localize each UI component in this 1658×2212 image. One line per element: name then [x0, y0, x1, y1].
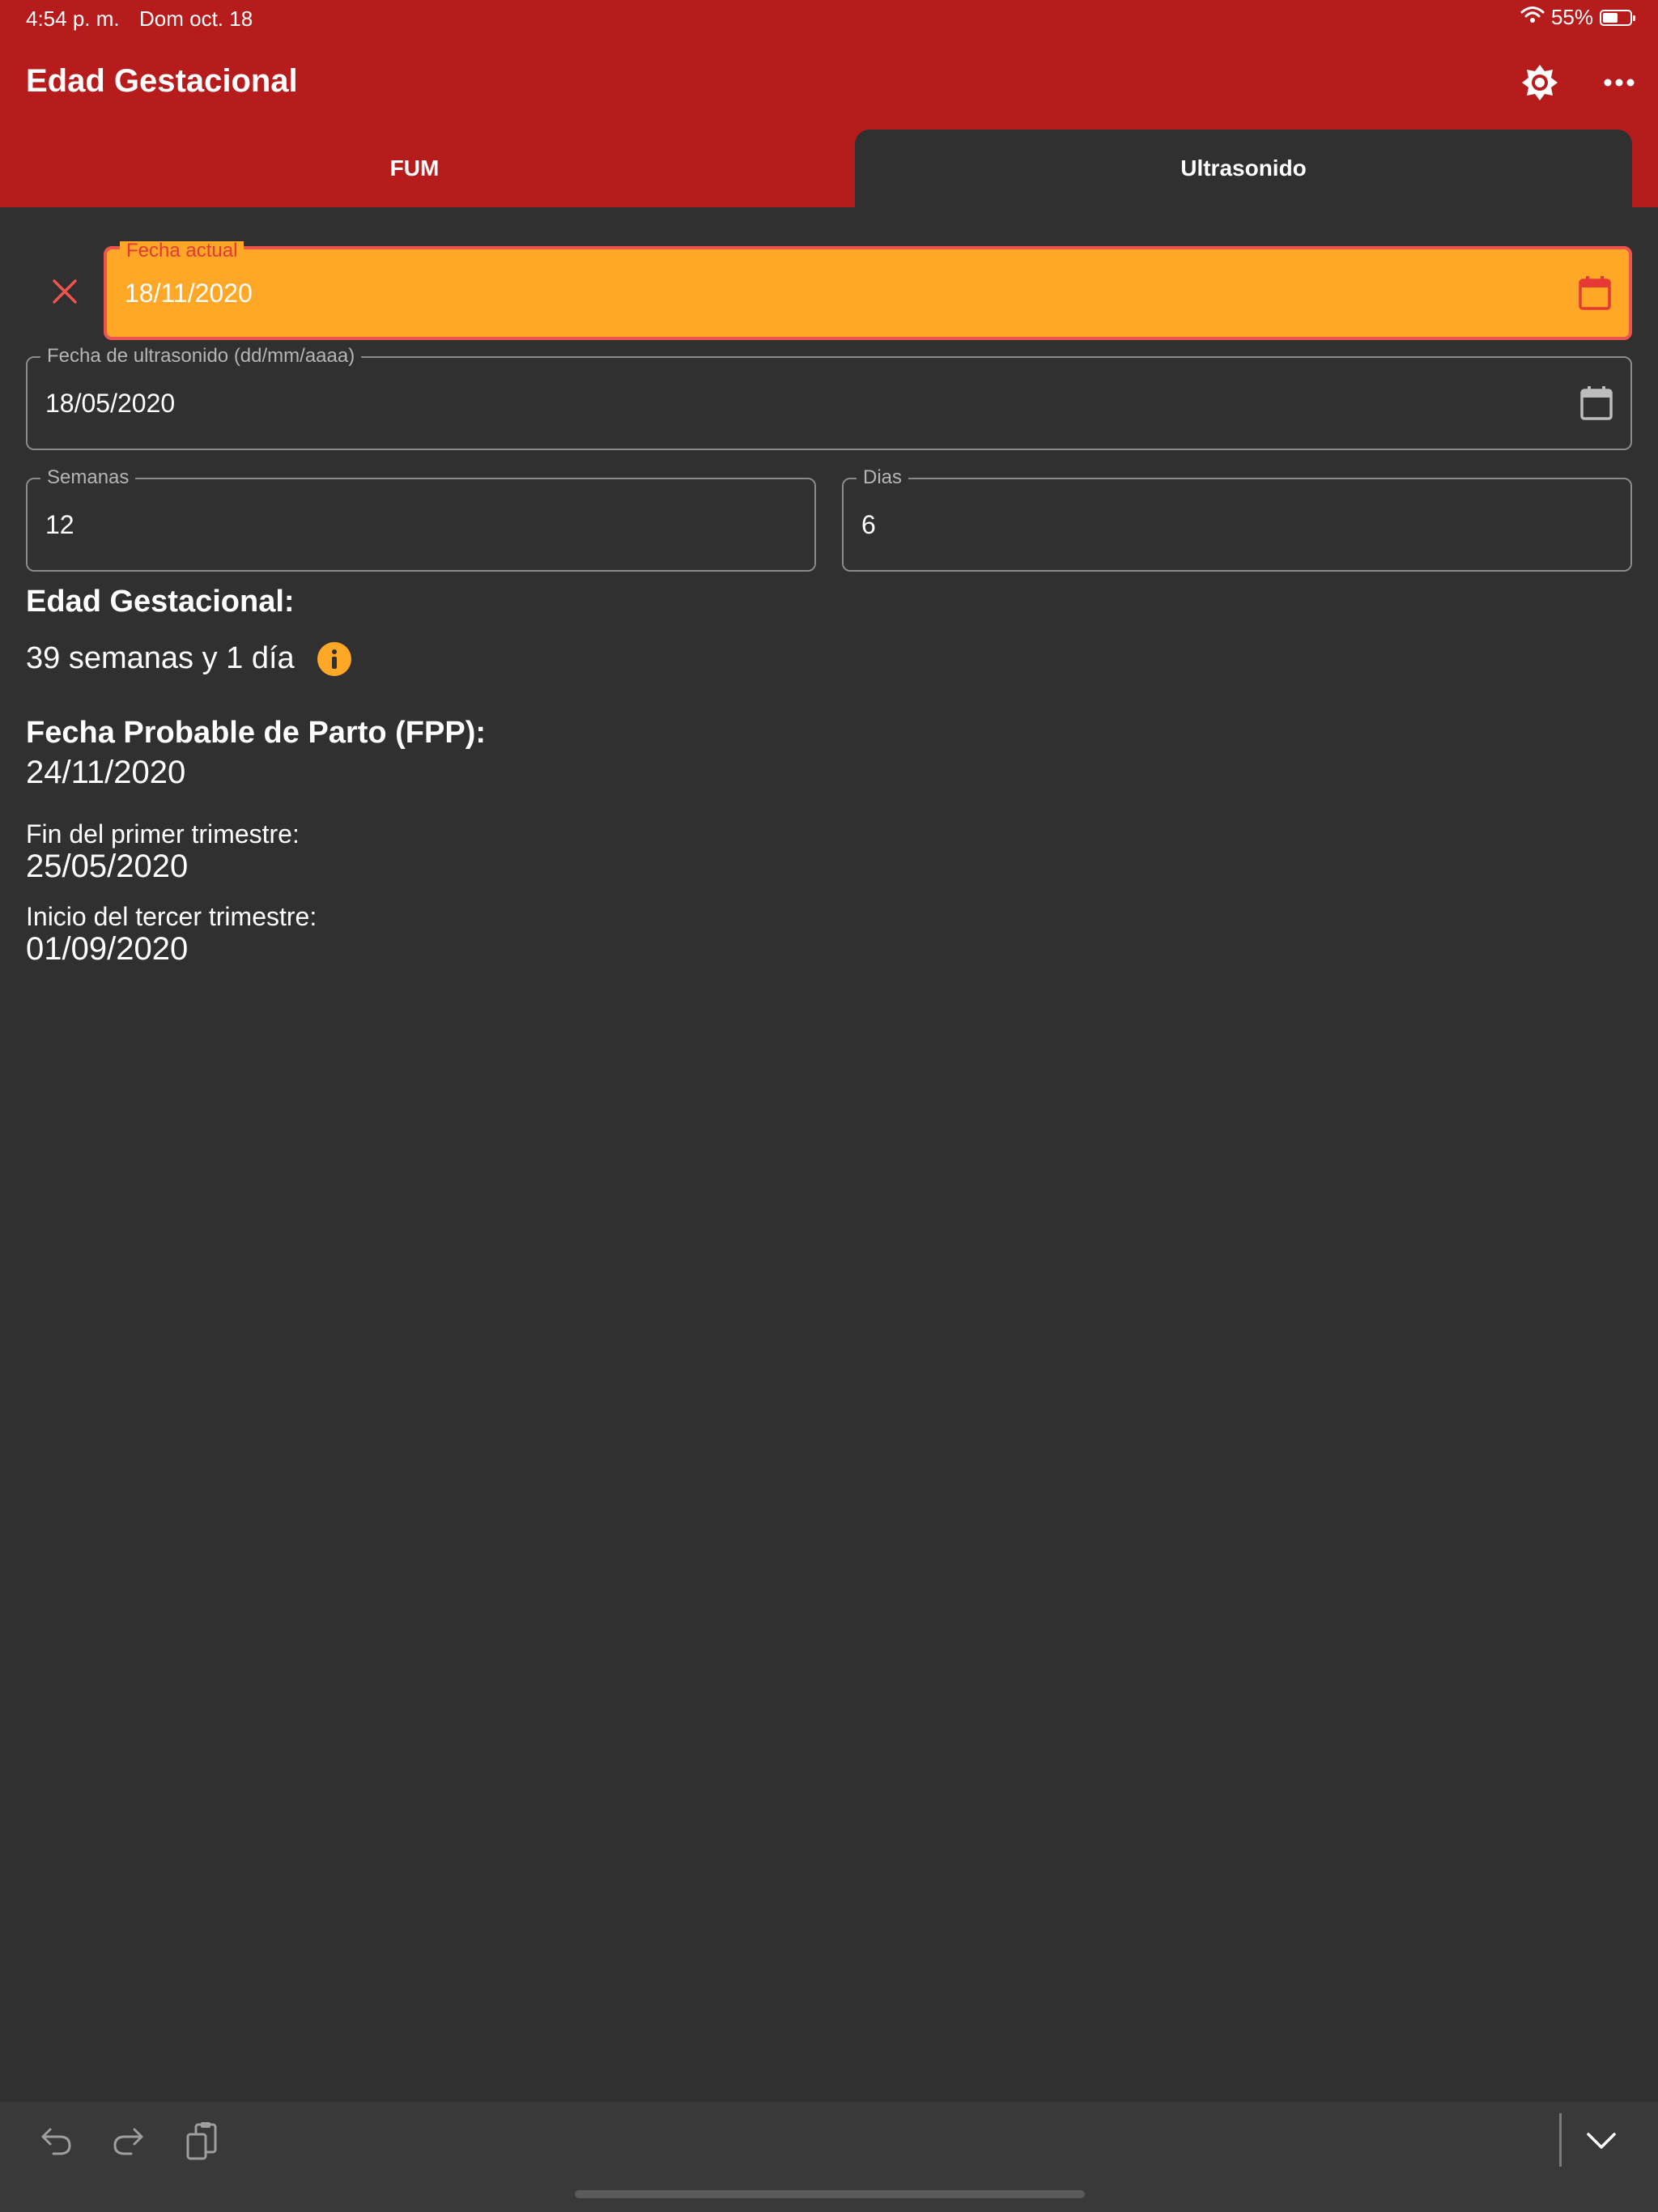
fecha-actual-value: 18/11/2020 — [125, 278, 253, 308]
edad-gestacional-value: 39 semanas y 1 día — [26, 641, 295, 675]
home-indicator — [575, 2190, 1085, 2198]
fecha-ultrasonido-field[interactable]: Fecha de ultrasonido (dd/mm/aaaa) 18/05/… — [26, 345, 1632, 450]
semanas-field[interactable]: Semanas 12 — [26, 466, 816, 572]
more-options-button[interactable] — [1596, 62, 1642, 107]
redo-icon — [110, 2123, 146, 2163]
status-indicators: 55% — [1520, 5, 1635, 30]
fin-primer-trimestre-label: Fin del primer trimestre: — [26, 819, 300, 849]
fecha-actual-field[interactable]: Fecha actual 18/11/2020 — [104, 241, 1632, 340]
inicio-tercer-trimestre-label: Inicio del tercer trimestre: — [26, 902, 317, 931]
edad-gestacional-heading: Edad Gestacional: — [26, 585, 295, 619]
chevron-down-icon — [1585, 2131, 1618, 2155]
paste-button[interactable] — [178, 2118, 227, 2167]
fpp-heading: Fecha Probable de Parto (FPP): — [26, 716, 486, 750]
tab-fum-label: FUM — [389, 155, 440, 181]
paste-icon — [185, 2121, 220, 2164]
app-header: 4:54 p. m. Dom oct. 18 55% Edad Gestacio… — [0, 0, 1658, 207]
status-bar: 4:54 p. m. Dom oct. 18 55% — [0, 0, 1658, 39]
redo-button[interactable] — [104, 2118, 152, 2167]
more-horizontal-icon — [1603, 77, 1635, 91]
undo-icon — [39, 2123, 74, 2163]
fpp-value: 24/11/2020 — [26, 755, 186, 790]
brightness-button[interactable] — [1517, 62, 1562, 107]
close-icon — [51, 278, 79, 309]
battery-percent: 55% — [1550, 5, 1593, 29]
semanas-value: 12 — [45, 509, 74, 539]
brightness-icon — [1520, 63, 1559, 106]
battery-fill — [1603, 12, 1618, 23]
page-title: Edad Gestacional — [26, 63, 298, 99]
status-date: Dom oct. 18 — [139, 6, 253, 31]
tab-ultrasonido-label: Ultrasonido — [1180, 155, 1307, 181]
inicio-tercer-trimestre-value: 01/09/2020 — [26, 931, 189, 967]
tab-ultrasonido[interactable]: Ultrasonido — [855, 130, 1632, 207]
dias-value: 6 — [861, 509, 876, 539]
wifi-icon — [1520, 5, 1545, 30]
battery-icon — [1600, 9, 1635, 26]
status-time: 4:54 p. m. — [26, 6, 120, 31]
info-icon[interactable] — [317, 641, 351, 676]
fecha-ultrasonido-value: 18/05/2020 — [45, 388, 176, 418]
toolbar-divider — [1559, 2113, 1562, 2167]
dias-field[interactable]: Dias 6 — [842, 466, 1632, 572]
undo-button[interactable] — [32, 2118, 81, 2167]
tab-fum[interactable]: FUM — [0, 130, 829, 207]
calendar-icon[interactable] — [1575, 274, 1614, 313]
dismiss-keyboard-button[interactable] — [1577, 2118, 1626, 2167]
fin-primer-trimestre-value: 25/05/2020 — [26, 849, 189, 884]
clear-date-button[interactable] — [42, 270, 87, 316]
edad-gestacional-result: 39 semanas y 1 día — [26, 641, 351, 676]
calendar-icon[interactable] — [1577, 384, 1616, 423]
